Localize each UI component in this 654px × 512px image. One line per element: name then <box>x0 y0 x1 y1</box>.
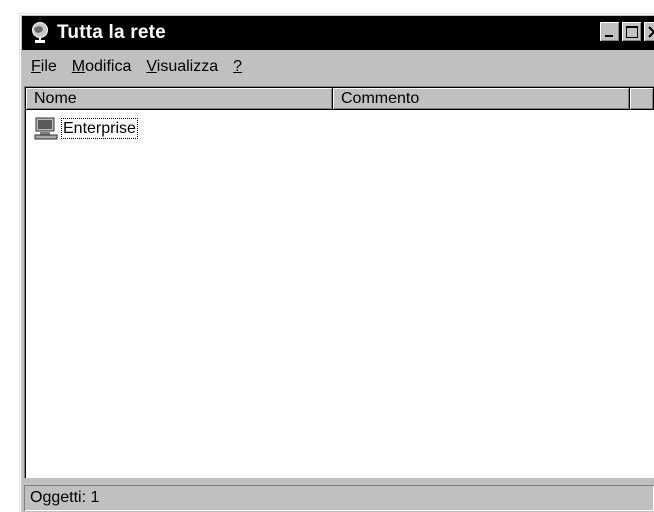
window-title: Tutta la rete <box>57 22 166 43</box>
maximize-button[interactable] <box>622 22 642 42</box>
menu-visualizza[interactable]: Visualizza <box>146 58 218 76</box>
menu-modifica-label: odifica <box>85 58 132 75</box>
menu-modifica[interactable]: Modifica <box>72 58 132 76</box>
menu-visualizza-label: isualizza <box>156 58 219 75</box>
menu-file-label: ile <box>40 58 57 75</box>
maximize-icon <box>626 26 638 38</box>
network-domain-icon <box>34 116 60 140</box>
menu-modifica-accel: M <box>71 58 86 75</box>
column-header-row: Nome Commento <box>26 88 654 110</box>
title-bar[interactable]: Tutta la rete <box>22 16 654 50</box>
network-window: Tutta la rete File Modifica Visualizza ?… <box>19 13 654 512</box>
globe-network-icon <box>29 21 51 45</box>
close-button[interactable] <box>644 22 654 42</box>
close-icon <box>648 26 654 38</box>
status-bar: Oggetti: 1 <box>22 482 654 512</box>
list-view[interactable]: Nome Commento Enterprise <box>24 86 654 478</box>
list-item-label: Enterprise <box>61 117 138 139</box>
column-header-name[interactable]: Nome <box>26 88 333 110</box>
minimize-icon <box>605 35 613 37</box>
column-header-filler[interactable] <box>630 88 654 110</box>
menu-file[interactable]: File <box>31 58 57 76</box>
menu-help-accel: ? <box>233 58 243 75</box>
minimize-button[interactable] <box>600 22 620 42</box>
menu-file-accel: F <box>31 58 41 75</box>
menu-bar: File Modifica Visualizza ? <box>22 54 654 80</box>
column-header-comment[interactable]: Commento <box>333 88 630 110</box>
menu-help[interactable]: ? <box>233 58 242 76</box>
menu-visualizza-accel: V <box>146 58 157 75</box>
window-controls <box>600 22 654 42</box>
status-text: Oggetti: 1 <box>24 485 654 511</box>
list-item[interactable]: Enterprise <box>34 116 138 140</box>
